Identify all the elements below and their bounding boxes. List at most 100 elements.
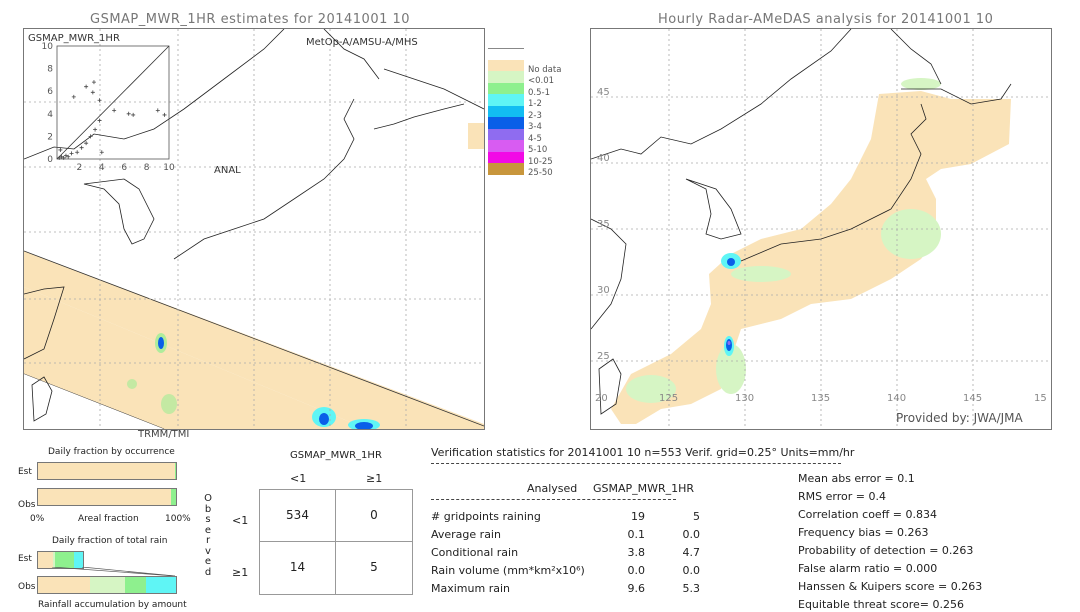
- x-tick-label: 2: [77, 163, 83, 173]
- occurrence-axis-left: 0%: [30, 514, 45, 524]
- col-analysed: Analysed: [527, 482, 578, 495]
- x-tick-label: 8: [144, 163, 150, 173]
- occurrence-est-bar: [37, 462, 177, 480]
- lat-tick-label: 30: [597, 285, 610, 296]
- lat-tick-label: 40: [597, 153, 610, 164]
- legend-label: 25-50: [528, 168, 553, 178]
- scatter-point: [79, 145, 84, 150]
- legend-item: 5-10: [488, 140, 547, 155]
- occurrence-obs-bar: [37, 488, 177, 506]
- total-rain-est-label: Est: [18, 554, 32, 564]
- legend-swatch: [488, 140, 524, 152]
- contingency-row-ge1: ≥1: [232, 566, 249, 579]
- stat-analysed: 0.1: [627, 528, 646, 541]
- lon-tick-label: 130: [735, 393, 755, 404]
- cell-obs-ge1-est-lt1: 14: [289, 560, 306, 574]
- total-rain-footer: Rainfall accumulation by amount: [38, 600, 187, 610]
- stat-label: # gridpoints raining: [431, 510, 541, 523]
- stat-label: Conditional rain: [431, 546, 519, 559]
- cell-obs-lt1-est-ge1: 0: [370, 508, 378, 522]
- scatter-point: [84, 84, 89, 89]
- legend-swatch: [488, 71, 524, 83]
- lat-tick-label: 35: [597, 219, 610, 230]
- diagonal-line: [56, 45, 170, 160]
- scatter-point: [97, 118, 102, 123]
- stat-model: 4.7: [682, 546, 701, 559]
- score-line: Probability of detection = 0.263: [798, 544, 974, 557]
- occurrence-axis-mid: Areal fraction: [78, 514, 139, 524]
- scatter-point: [99, 150, 104, 155]
- legend-swatch: [488, 163, 524, 175]
- legend-label: 10-25: [528, 156, 553, 167]
- score-line: Correlation coeff = 0.834: [798, 508, 937, 521]
- occurrence-obs-label: Obs: [18, 500, 36, 510]
- legend-item: 4-5: [488, 128, 542, 144]
- header-divider: [431, 463, 841, 464]
- sensor-label-bottom: TRMM/TMI: [138, 429, 190, 440]
- observed-side-label: Observed: [203, 493, 213, 578]
- y-tick-label: 6: [47, 87, 53, 97]
- stat-analysed: 19: [631, 510, 645, 523]
- legend-swatch: [488, 151, 524, 163]
- legend-label: 1-2: [528, 99, 542, 109]
- legend-swatch: [488, 117, 524, 129]
- stat-analysed: 0.0: [627, 564, 646, 577]
- legend-swatch: [488, 105, 524, 117]
- stat-label: Rain volume (mm*km²x10⁶): [431, 564, 585, 577]
- occurrence-axis-right: 100%: [165, 514, 191, 524]
- score-line: Mean abs error = 0.1: [798, 472, 915, 485]
- legend-label: <0.01: [528, 76, 555, 86]
- scatter-point: [90, 90, 95, 95]
- column-divider: [431, 499, 676, 500]
- stat-analysed: 3.8: [627, 546, 646, 559]
- scatter-point: [69, 151, 74, 156]
- legend-swatch: [488, 82, 524, 94]
- scatter-point: [97, 98, 102, 103]
- lat-tick-label: 45: [597, 87, 610, 98]
- legend-item: 1-2: [488, 94, 542, 109]
- total-rain-title: Daily fraction of total rain: [52, 536, 168, 546]
- legend-label: 4-5: [528, 133, 542, 144]
- legend-item: 10-25: [488, 151, 553, 167]
- occurrence-segment: [38, 463, 175, 479]
- right-map-title: Hourly Radar-AMeDAS analysis for 2014100…: [658, 12, 994, 27]
- y-tick-label: 2: [47, 132, 53, 142]
- scatter-point: [126, 111, 131, 116]
- legend-item: [488, 48, 524, 61]
- lon-tick-label: 15: [1034, 393, 1047, 404]
- scatter-point: [131, 112, 136, 117]
- side-letter: d: [204, 566, 212, 578]
- legend-item: No data: [488, 59, 561, 75]
- legend-item: 3-4: [488, 117, 542, 132]
- right-map: 45 40 35 30 25 125 130 135 140 145 15 20 Provided…: [590, 28, 1052, 430]
- legend-item: <0.01: [488, 71, 554, 86]
- stat-label: Maximum rain: [431, 582, 510, 595]
- score-line: Frequency bias = 0.263: [798, 526, 929, 539]
- total-rain-obs-bar: [37, 576, 177, 594]
- contingency-col-lt1: <1: [290, 472, 307, 485]
- legend-label: No data: [528, 64, 562, 75]
- stat-analysed: 9.6: [627, 582, 646, 595]
- score-line: RMS error = 0.4: [798, 490, 886, 503]
- left-map: GSMAP_MWR_1HR 0 2 4 6 8 10 2 4 6 8 10 ANAL MetOp-A…: [23, 28, 485, 430]
- contingency-row-lt1: <1: [232, 514, 249, 527]
- occurrence-est-label: Est: [18, 467, 32, 477]
- scatter-point: [75, 150, 80, 155]
- occurrence-title: Daily fraction by occurrence: [48, 447, 175, 457]
- rain-segment: [124, 577, 146, 593]
- legend-label: 3-4: [528, 122, 542, 132]
- lon-tick-label: 125: [659, 393, 679, 404]
- left-map-title: GSMAP_MWR_1HR estimates for 20141001 10: [90, 12, 411, 27]
- rain-segment: [90, 577, 125, 593]
- right-map-canvas: [591, 29, 1051, 429]
- stat-model: 5: [693, 510, 700, 523]
- legend-item: 0.5-1: [488, 82, 550, 98]
- x-tick-label: 10: [163, 163, 175, 173]
- legend-label: 0.5-1: [528, 87, 550, 98]
- scatter-point: [88, 134, 93, 139]
- col-model: GSMAP_MWR_1HR: [593, 482, 695, 495]
- legend-swatch: [488, 128, 524, 140]
- rain-segment: [145, 577, 176, 593]
- side-letter: e: [204, 556, 212, 567]
- scatter-point: [84, 141, 89, 146]
